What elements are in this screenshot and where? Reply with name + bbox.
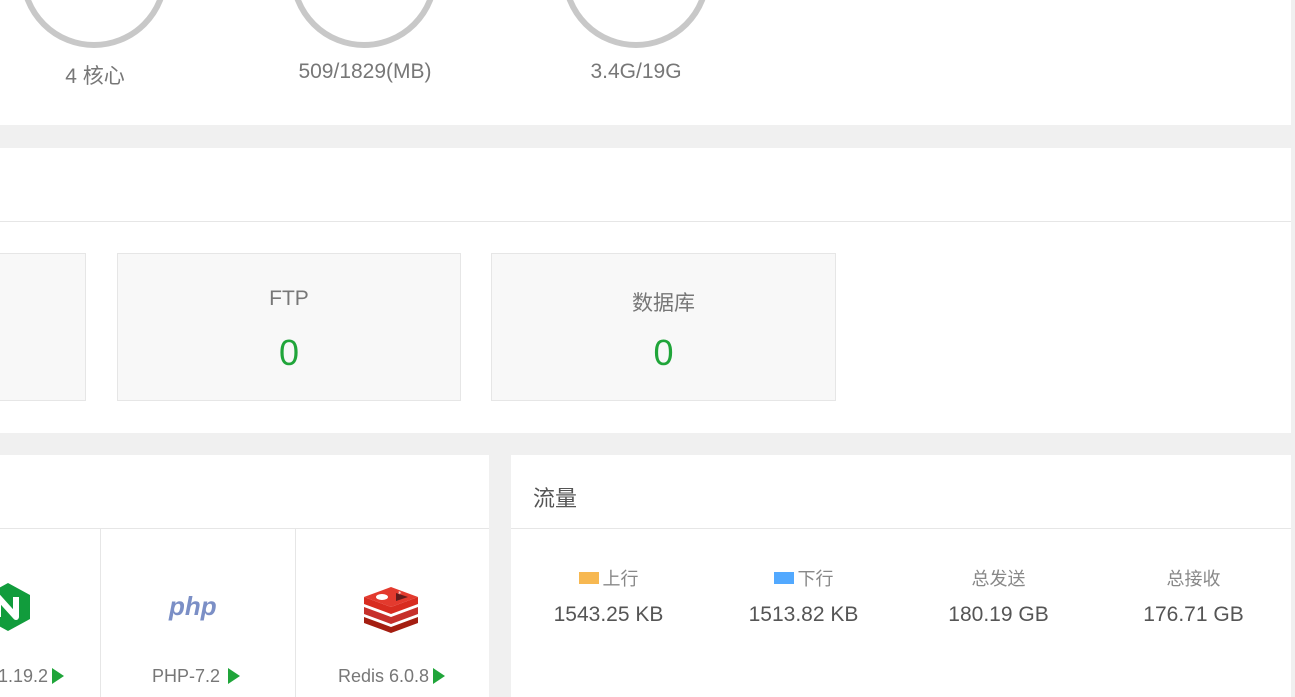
traffic-total-sent: 总发送 180.19 GB [901, 567, 1096, 627]
total-sent-label: 总发送 [971, 569, 1026, 589]
redis-icon: * [364, 587, 418, 633]
ftp-card[interactable]: FTP 0 [117, 253, 461, 401]
total-received-value: 176.71 GB [1143, 603, 1244, 626]
database-card-label: 数据库 [632, 292, 695, 315]
svg-text:*: * [398, 590, 402, 598]
memory-gauge-label: 509/1829(MB) [298, 60, 432, 83]
ftp-card-value: 0 [278, 332, 300, 373]
traffic-total-received: 总接收 176.71 GB [1096, 567, 1291, 627]
traffic-title: 流量 [533, 486, 578, 511]
nginx-version-label: 1.19.2 [0, 666, 49, 686]
upstream-legend-swatch [578, 572, 599, 584]
php-version-label: PHP-7.2 [152, 666, 221, 686]
disk-gauge-label: 3.4G/19G [590, 60, 682, 83]
downstream-label: 下行 [797, 569, 834, 589]
divider [511, 528, 1291, 529]
upstream-value: 1543.25 KB [553, 603, 664, 626]
status-panel: 4 核心 509/1829(MB) 3.4G/19G [0, 0, 1291, 125]
traffic-downstream: 下行 1513.82 KB [706, 567, 901, 627]
total-sent-value: 180.19 GB [948, 603, 1049, 626]
cpu-gauge[interactable] [20, 0, 168, 48]
traffic-panel: 流量 上行 1543.25 KB 下行 1513.82 KB 总发送 180.1… [511, 455, 1291, 697]
downstream-legend-swatch [773, 572, 794, 584]
overview-panel: FTP 0 数据库 0 [0, 148, 1291, 433]
svg-text:php: php [168, 591, 217, 621]
redis-version[interactable]: Redis 6.0.8 [338, 666, 446, 687]
database-card-value: 0 [653, 332, 674, 373]
database-card[interactable]: 数据库 0 [491, 253, 836, 401]
software-panel: 1.19.2 php PHP-7.2 * Redis 6.0.8 [0, 455, 489, 697]
nginx-icon [0, 583, 30, 631]
downstream-value: 1513.82 KB [748, 603, 859, 626]
cpu-gauge-label: 4 核心 [65, 65, 125, 88]
memory-gauge[interactable] [290, 0, 438, 48]
play-icon[interactable] [52, 668, 65, 684]
redis-version-label: Redis 6.0.8 [338, 666, 430, 686]
php-icon: php [168, 591, 217, 621]
upstream-label: 上行 [602, 569, 639, 589]
site-card[interactable] [0, 253, 86, 401]
ftp-card-label: FTP [269, 287, 309, 310]
traffic-upstream: 上行 1543.25 KB [511, 567, 706, 627]
php-version[interactable]: PHP-7.2 [152, 666, 241, 687]
nginx-version[interactable]: 1.19.2 [0, 666, 65, 687]
play-icon[interactable] [228, 668, 241, 684]
disk-gauge[interactable] [562, 0, 710, 48]
divider [0, 221, 1291, 222]
total-received-label: 总接收 [1166, 569, 1221, 589]
play-icon[interactable] [433, 668, 446, 684]
